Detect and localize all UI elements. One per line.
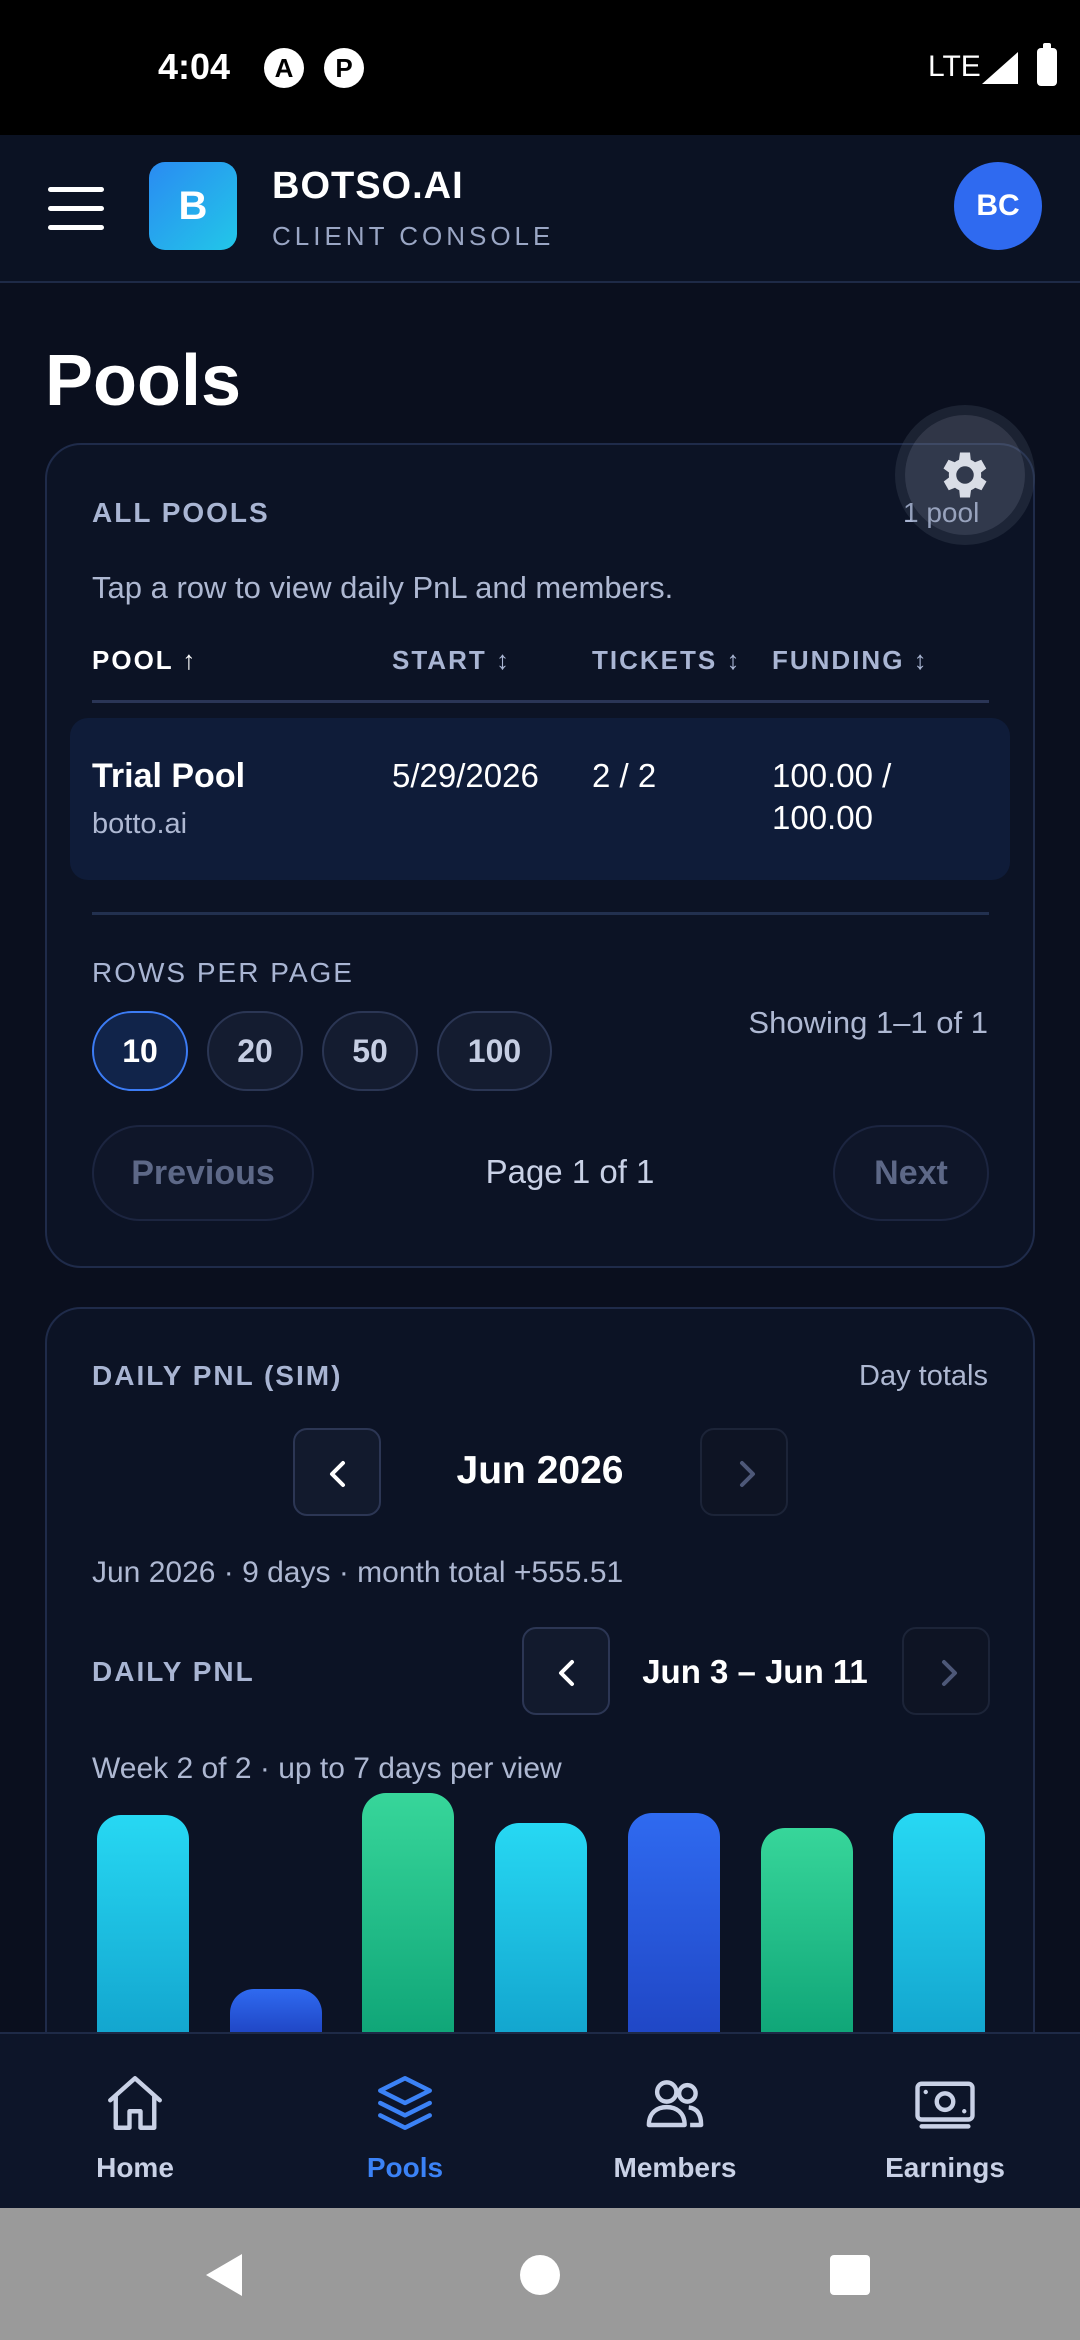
- header-divider: [92, 700, 989, 703]
- nav-earnings[interactable]: Earnings: [810, 2034, 1080, 2210]
- next-month-button[interactable]: [700, 1428, 788, 1516]
- prev-week-button[interactable]: [522, 1627, 610, 1715]
- page-info: Page 1 of 1: [485, 1153, 655, 1190]
- recents-icon[interactable]: [830, 2255, 870, 2295]
- gear-icon: [943, 452, 987, 498]
- column-tickets[interactable]: TICKETS ↕: [592, 645, 741, 676]
- row-funding-line1: 100.00 /: [772, 757, 892, 794]
- rows-option-100[interactable]: 100: [437, 1011, 552, 1091]
- nav-members-label: Members: [613, 2152, 737, 2183]
- previous-button[interactable]: Previous: [92, 1125, 314, 1221]
- pnl-bar[interactable]: [230, 1989, 322, 2032]
- row-funding-line2: 100.00: [772, 799, 873, 836]
- pnl-bar[interactable]: [628, 1813, 720, 2032]
- nav-earnings-label: Earnings: [885, 2152, 1005, 2183]
- nav-members[interactable]: Members: [540, 2034, 810, 2210]
- bottom-nav: Home Pools Members Earnings: [0, 2032, 1080, 2208]
- network-type: LTE: [928, 50, 981, 83]
- chevron-left-icon: [330, 1461, 345, 1487]
- week-info: Week 2 of 2 · up to 7 days per view: [92, 1752, 562, 1785]
- pnl-heading: DAILY PNL (SIM): [92, 1360, 343, 1391]
- nav-home[interactable]: Home: [0, 2034, 270, 2210]
- row-pool-domain: botto.ai: [92, 808, 188, 840]
- home-icon: [108, 2076, 162, 2130]
- chevron-left-icon: [559, 1660, 574, 1686]
- signal-icon: [982, 52, 1018, 84]
- daily-pnl-subheading: DAILY PNL: [92, 1656, 255, 1687]
- hamburger-icon[interactable]: [48, 187, 106, 231]
- rows-option-10[interactable]: 10: [92, 1011, 188, 1091]
- pools-hint: Tap a row to view daily PnL and members.: [92, 570, 674, 605]
- rows-option-20[interactable]: 20: [207, 1011, 303, 1091]
- pnl-bar[interactable]: [761, 1828, 853, 2032]
- brand-name: BOTSO.AI: [272, 165, 464, 207]
- pnl-bar[interactable]: [893, 1813, 985, 2032]
- brand-subtitle: CLIENT CONSOLE: [272, 221, 555, 251]
- prev-month-button[interactable]: [293, 1428, 381, 1516]
- users-icon: [646, 2080, 704, 2128]
- app-screen: 4:04 A P LTE B BOTSO.AI CLIENT CONSOLE B…: [0, 0, 1080, 2340]
- nav-home-label: Home: [96, 2152, 174, 2183]
- battery-icon: [1037, 43, 1057, 86]
- rows-per-page-label: ROWS PER PAGE: [92, 957, 354, 988]
- month-summary: Jun 2026 · 9 days · month total +555.51: [92, 1556, 624, 1589]
- pools-heading: ALL POOLS: [92, 497, 270, 528]
- brand-logo: B: [149, 162, 237, 250]
- cash-icon: [915, 2081, 975, 2129]
- row-pool-name: Trial Pool: [92, 757, 246, 795]
- chevron-right-icon: [740, 1461, 755, 1487]
- pnl-bar[interactable]: [97, 1815, 189, 2032]
- layers-icon: [378, 2076, 432, 2130]
- chevron-right-icon: [942, 1660, 957, 1686]
- user-avatar[interactable]: BC: [954, 162, 1042, 250]
- column-start[interactable]: START ↕: [392, 645, 511, 676]
- week-range: Jun 3 – Jun 11: [642, 1653, 868, 1690]
- status-bar: 4:04 A P LTE: [0, 0, 1080, 135]
- nav-pools-label: Pools: [366, 2152, 444, 2183]
- settings-button[interactable]: [905, 415, 1025, 535]
- row-start: 5/29/2026: [392, 757, 539, 794]
- notification-p-icon: P: [324, 48, 364, 88]
- pnl-bar[interactable]: [362, 1793, 454, 2032]
- table-divider: [92, 912, 989, 915]
- back-icon[interactable]: [202, 2252, 246, 2298]
- page-title: Pools: [45, 341, 242, 421]
- next-button[interactable]: Next: [833, 1125, 989, 1221]
- status-time: 4:04: [158, 46, 231, 87]
- app-header: B BOTSO.AI CLIENT CONSOLE BC: [0, 135, 1080, 283]
- month-label: Jun 2026: [456, 1449, 624, 1492]
- nav-pools[interactable]: Pools: [270, 2034, 540, 2210]
- pnl-mode: Day totals: [859, 1360, 988, 1392]
- home-circle-icon[interactable]: [520, 2255, 560, 2295]
- row-tickets: 2 / 2: [592, 757, 657, 794]
- rows-option-50[interactable]: 50: [322, 1011, 418, 1091]
- next-week-button[interactable]: [902, 1627, 990, 1715]
- pnl-bar[interactable]: [495, 1823, 587, 2032]
- notification-a-icon: A: [264, 48, 304, 88]
- system-nav-bar: [0, 2208, 1080, 2340]
- showing-range: Showing 1–1 of 1: [748, 1005, 988, 1040]
- column-funding[interactable]: FUNDING ↕: [772, 645, 929, 676]
- column-pool[interactable]: POOL ↑: [92, 645, 197, 676]
